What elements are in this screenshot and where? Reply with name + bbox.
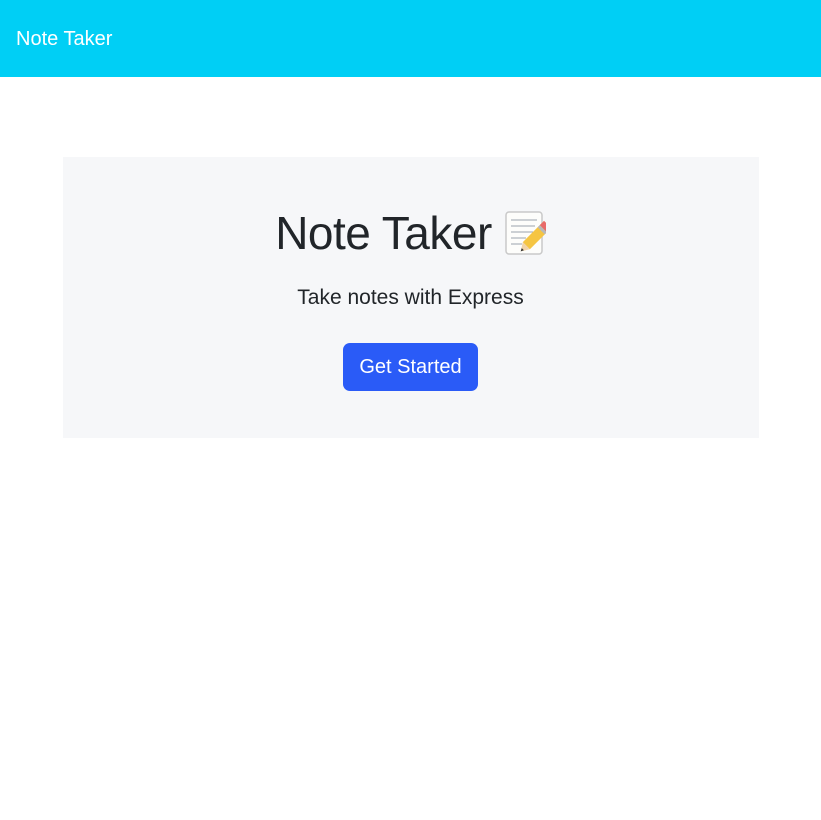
- top-navbar: Note Taker: [0, 0, 821, 77]
- navbar-brand-link[interactable]: Note Taker: [16, 29, 112, 49]
- hero-subtitle: Take notes with Express: [297, 286, 524, 309]
- hero-title: Note Taker: [275, 207, 492, 259]
- memo-pencil-icon: [504, 210, 551, 256]
- hero-title-row: Note Taker: [0, 205, 821, 261]
- get-started-button[interactable]: Get Started: [343, 343, 478, 391]
- hero-cta-wrap: Get Started: [0, 343, 821, 391]
